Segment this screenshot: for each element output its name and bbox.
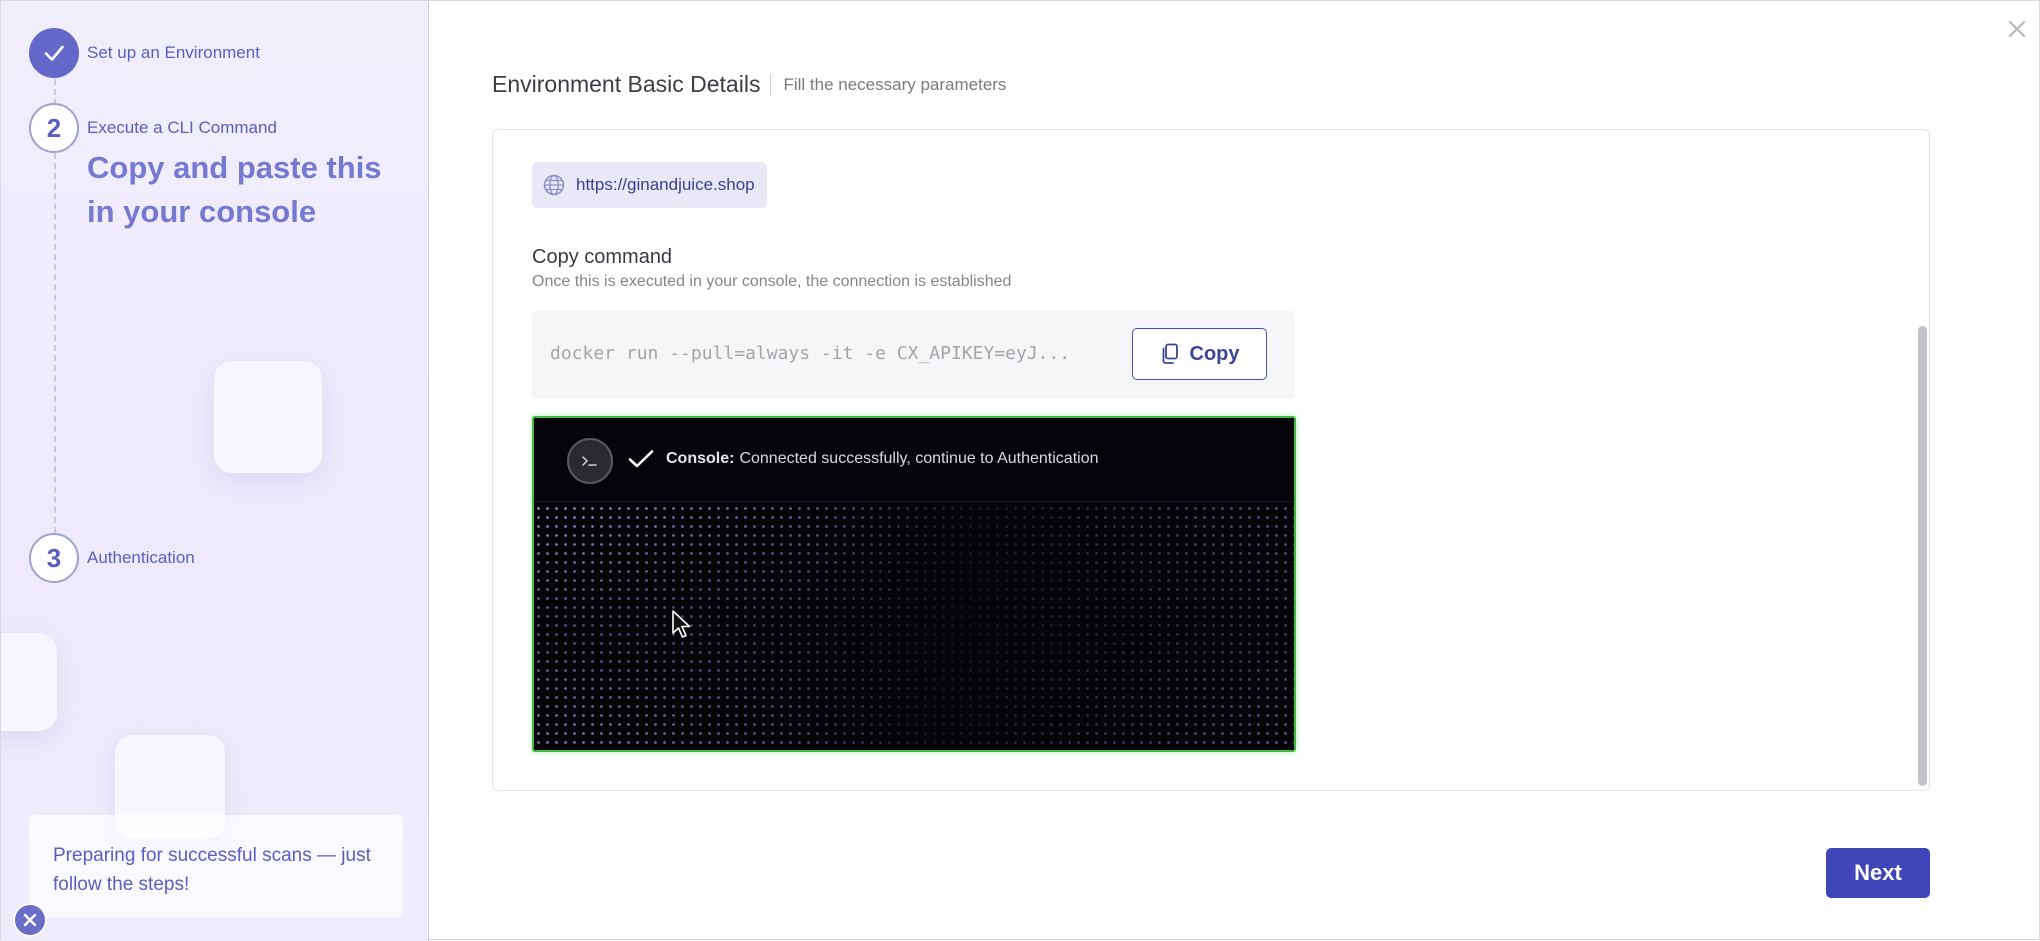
step-connector [54,79,56,105]
url-chip: https://ginandjuice.shop [532,162,767,208]
command-text[interactable]: docker run --pull=always -it -e CX_APIKE… [550,343,1128,364]
copy-command-title: Copy command [532,246,673,268]
close-icon [2009,21,2025,37]
url-text: https://ginandjuice.shop [576,175,755,194]
mouse-cursor-icon [672,610,691,638]
globe-icon [543,174,565,196]
step-2-label: Execute a CLI Command [87,118,277,137]
console-shade [534,504,1294,750]
decoration [1,633,57,731]
close-icon [23,913,37,927]
command-box: docker run --pull=always -it -e CX_APIKE… [532,311,1295,399]
divider [770,73,772,96]
copy-button-label: Copy [1189,342,1240,365]
dismiss-button[interactable] [13,903,47,937]
tip-message: Preparing for successful scans — just fo… [29,815,403,917]
close-modal-button[interactable] [2005,17,2029,41]
steps-sidebar: Set up an Environment 2 Execute a CLI Co… [1,1,429,941]
copy-button[interactable]: Copy [1132,328,1267,380]
console-label: Console: [666,450,735,467]
step-3-label: Authentication [87,548,195,567]
console-status: Console: Connected successfully, continu… [628,449,1099,469]
step-2-indicator: 2 [29,103,79,153]
step-1-label: Set up an Environment [87,43,260,62]
next-button[interactable]: Next [1826,848,1930,898]
decoration [214,361,322,473]
modal: Set up an Environment 2 Execute a CLI Co… [0,0,2040,941]
step-3-indicator: 3 [29,533,79,583]
step-connector [54,153,56,533]
console-message: Connected successfully, continue to Auth… [739,450,1099,467]
check-icon [628,450,654,468]
step-2-heading: Copy and paste this in your console [87,150,382,229]
terminal-icon [567,438,613,484]
details-card: https://ginandjuice.shop Copy command On… [492,129,1930,791]
page-title: Environment Basic Details [492,71,761,97]
step-1-indicator [29,28,79,78]
copy-command-description: Once this is executed in your console, t… [532,273,1012,290]
check-icon [44,45,64,61]
page-subtitle: Fill the necessary parameters [783,74,1007,94]
console-panel: Console: Connected successfully, continu… [532,416,1296,752]
copy-icon [1162,343,1178,364]
section-heading: Environment Basic Details Fill the neces… [492,71,1006,98]
scrollbar[interactable] [1918,326,1927,786]
console-header: Console: Connected successfully, continu… [534,418,1294,502]
